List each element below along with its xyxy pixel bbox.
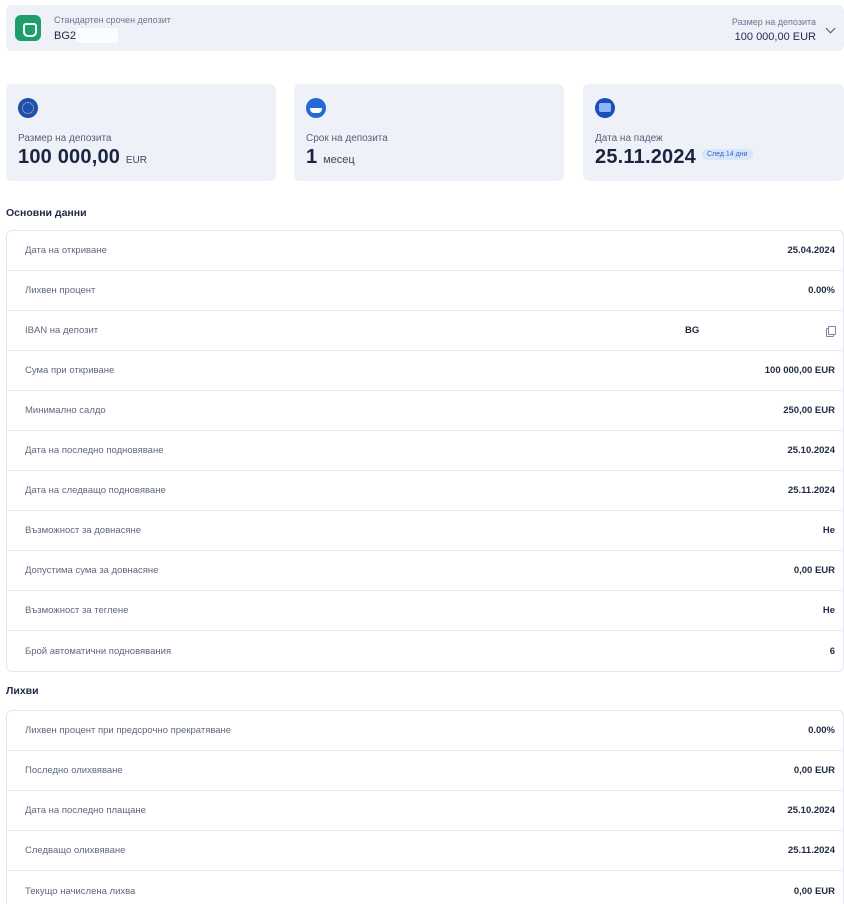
table-row: Брой автоматични подновявания 6: [7, 631, 843, 671]
row-label: Възможност за довнасяне: [25, 525, 142, 536]
eu-flag-icon: [18, 98, 38, 118]
term-number: 1: [306, 146, 318, 168]
row-value: 0,00 EUR: [793, 765, 835, 776]
row-label: Лихвен процент: [25, 285, 96, 296]
card-value: 1 месец: [306, 146, 355, 169]
row-value: 25.10.2024: [787, 805, 835, 816]
row-label: Дата на последно плащане: [25, 805, 146, 816]
table-row: Дата на откриване 25.04.2024: [7, 231, 843, 271]
row-value: 25.11.2024: [787, 845, 835, 856]
table-row: Дата на следващо подновяване 25.11.2024: [7, 471, 843, 511]
maturity-date-card: Дата на падеж 25.11.2024 След 14 дни: [583, 84, 844, 181]
table-row: Дата на последно плащане 25.10.2024: [7, 791, 843, 831]
row-value: 25.10.2024: [787, 445, 835, 456]
row-value: 100 000,00 EUR: [764, 365, 835, 376]
term-unit: месец: [323, 154, 355, 166]
deposit-amount-card: Размер на депозита 100 000,00 EUR: [6, 84, 276, 181]
row-value: 25.04.2024: [787, 245, 835, 256]
account-iban: BG2: [54, 30, 77, 42]
table-row: Текущо начислена лихва 0,00 EUR: [7, 871, 843, 904]
table-row: Възможност за теглене Не: [7, 591, 843, 631]
row-value: Не: [822, 605, 835, 616]
row-label: Дата на следващо подновяване: [25, 485, 166, 496]
table-row: Лихвен процент 0.00%: [7, 271, 843, 311]
deposit-term-card: Срок на депозита 1 месец: [294, 84, 564, 181]
iban-value: BG: [685, 325, 700, 336]
interest-table: Лихвен процент при предсрочно прекратява…: [6, 710, 844, 904]
deposit-size-label: Размер на депозита: [731, 17, 816, 27]
amount-number: 100 000,00: [18, 146, 121, 168]
table-row: Минимално салдо 250,00 EUR: [7, 391, 843, 431]
row-label: Дата на последно подновяване: [25, 445, 164, 456]
account-type: Стандартен срочен депозит: [54, 15, 171, 25]
card-value: 100 000,00 EUR: [18, 146, 147, 169]
card-label: Размер на депозита: [18, 133, 112, 144]
table-row: Следващо олихвяване 25.11.2024: [7, 831, 843, 871]
maturity-date: 25.11.2024: [595, 146, 696, 168]
piggy-bank-icon: [15, 15, 41, 41]
copy-icon[interactable]: [826, 325, 836, 337]
row-label: Допустима сума за довнасяне: [25, 565, 159, 576]
table-row: Дата на последно подновяване 25.10.2024: [7, 431, 843, 471]
table-row: Допустима сума за довнасяне 0,00 EUR: [7, 551, 843, 591]
table-row: Лихвен процент при предсрочно прекратява…: [7, 711, 843, 751]
account-selector[interactable]: Стандартен срочен депозит BG2 Размер на …: [6, 5, 844, 51]
row-value: 0.00%: [808, 725, 835, 736]
row-label: Следващо олихвяване: [25, 845, 126, 856]
row-label: Текущо начислена лихва: [25, 885, 136, 897]
table-row: Възможност за довнасяне Не: [7, 511, 843, 551]
main-data-table: Дата на откриване 25.04.2024 Лихвен проце…: [6, 230, 844, 672]
row-value: 0.00%: [808, 285, 835, 296]
days-left-badge: След 14 дни: [702, 149, 753, 161]
deposit-size-value: 100 000,00 EUR: [734, 31, 816, 43]
table-row: Сума при откриване 100 000,00 EUR: [7, 351, 843, 391]
row-label: IBAN на депозит: [25, 325, 99, 336]
masked-iban-area: [76, 28, 118, 43]
amount-unit: EUR: [125, 155, 147, 166]
row-value: 25.11.2024: [787, 485, 835, 496]
row-value: 250,00 EUR: [783, 405, 835, 416]
card-value: 25.11.2024 След 14 дни: [595, 146, 753, 169]
row-value: 6: [829, 645, 835, 657]
row-label: Дата на откриване: [25, 245, 107, 256]
row-label: Брой автоматични подновявания: [25, 645, 172, 657]
row-label: Последно олихвяване: [25, 765, 123, 776]
calendar-icon: [595, 98, 615, 118]
card-label: Дата на падеж: [595, 133, 663, 144]
row-value: 0,00 EUR: [793, 565, 835, 576]
section-title-interest: Лихви: [6, 685, 39, 697]
row-label: Сума при откриване: [25, 365, 115, 376]
row-label: Минимално салдо: [25, 405, 106, 416]
row-label: Лихвен процент при предсрочно прекратява…: [25, 725, 232, 736]
card-label: Срок на депозита: [306, 133, 388, 144]
section-title-main: Основни данни: [6, 207, 87, 219]
row-value: 0,00 EUR: [793, 885, 835, 897]
table-row: IBAN на депозит BG: [7, 311, 843, 351]
term-icon: [306, 98, 326, 118]
row-value: Не: [822, 525, 835, 536]
row-label: Възможност за теглене: [25, 605, 129, 616]
table-row: Последно олихвяване 0,00 EUR: [7, 751, 843, 791]
chevron-down-icon[interactable]: [824, 23, 838, 37]
